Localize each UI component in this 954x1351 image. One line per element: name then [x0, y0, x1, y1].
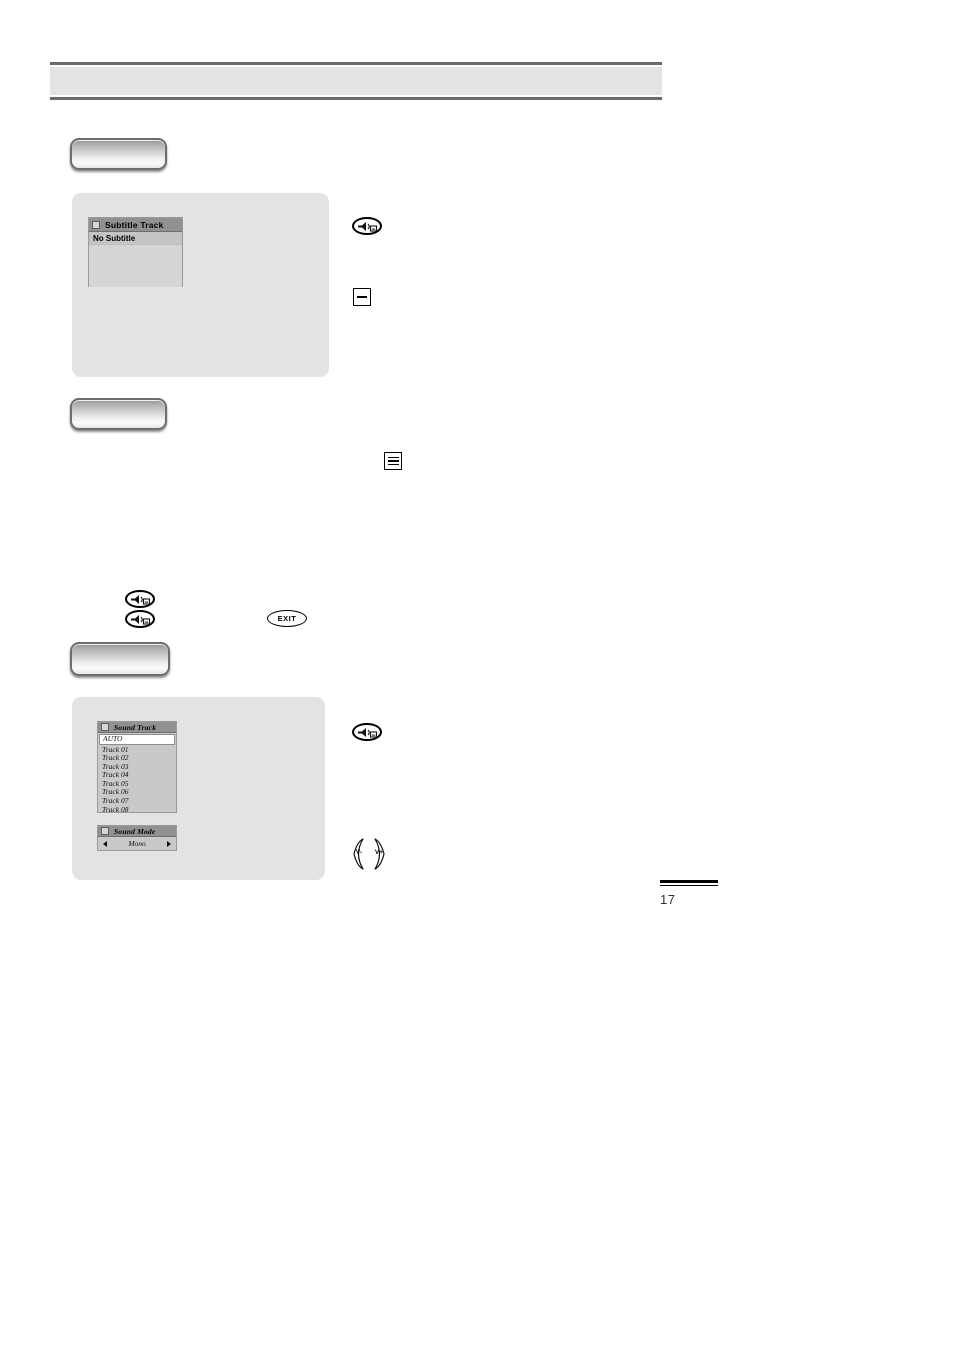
manual-page: Subtitle Track No Subtitle EXIT Sound Tr…: [0, 0, 954, 1351]
volume-up-remote-key-icon[interactable]: V+: [369, 838, 389, 870]
osd-empty-body-subtitle: [89, 245, 182, 287]
exit-key-label: EXIT: [277, 614, 297, 623]
arrow-left-icon[interactable]: [103, 840, 107, 847]
subtitle-remote-key-icon-2[interactable]: [125, 590, 155, 608]
osd-titlebar-subtitle-track: Subtitle Track: [89, 218, 182, 232]
sound-track-item[interactable]: Track 08: [98, 805, 176, 815]
arrow-right-icon[interactable]: [167, 840, 171, 847]
menu-icon-bar-3: [387, 463, 399, 466]
osd-square-icon: [92, 220, 100, 229]
volume-down-remote-key-icon[interactable]: V-: [349, 838, 369, 870]
sound-track-item-current[interactable]: AUTO: [99, 734, 175, 745]
osd-window-subtitle-track: Subtitle Track No Subtitle: [88, 217, 183, 287]
page-footer: 17: [660, 880, 718, 907]
osd-title-subtitle-track: Subtitle Track: [105, 219, 164, 230]
footer-rule-thin: [660, 884, 718, 886]
section-heading-button-3[interactable]: [70, 642, 170, 676]
audio-remote-key-icon[interactable]: [352, 723, 382, 741]
osd-title-sound-mode: Sound Mode: [114, 826, 156, 836]
page-number: 17: [660, 892, 676, 907]
subtitle-remote-key-icon-3[interactable]: [125, 610, 155, 628]
sound-mode-row: Mono: [98, 837, 176, 850]
footer-rule-thick: [660, 880, 718, 883]
header-title-bar: [50, 67, 662, 95]
subtitle-icon-bar: [357, 296, 367, 298]
osd-window-sound-track: Sound Track AUTO Track 01 Track 02 Track…: [97, 721, 177, 813]
osd-title-sound-track: Sound Track: [114, 722, 157, 732]
sound-track-list: AUTO Track 01 Track 02 Track 03 Track 04…: [98, 733, 176, 814]
menu-icon-bar-1: [387, 456, 399, 459]
osd-square-icon: [101, 827, 109, 835]
volume-down-label: V-: [355, 849, 363, 856]
header-top-rule: [50, 62, 662, 65]
subtitle-display-icon: [353, 288, 371, 306]
sound-mode-value: Mono: [128, 839, 146, 848]
osd-square-icon: [101, 723, 109, 731]
menu-icon-bar-2: [387, 460, 399, 462]
osd-row-label-no-subtitle: No Subtitle: [93, 233, 136, 243]
section-heading-button-2[interactable]: [70, 398, 167, 430]
page-header: [50, 62, 662, 100]
subtitle-remote-key-icon[interactable]: [352, 217, 382, 235]
osd-titlebar-sound-mode: Sound Mode: [98, 826, 176, 837]
osd-window-sound-mode: Sound Mode Mono: [97, 825, 177, 851]
header-bottom-rule: [50, 97, 662, 100]
osd-titlebar-sound-track: Sound Track: [98, 722, 176, 733]
osd-row-no-subtitle[interactable]: No Subtitle: [89, 232, 182, 245]
volume-up-label: V+: [374, 849, 384, 856]
section-heading-button-1[interactable]: [70, 138, 167, 170]
exit-remote-key-icon[interactable]: EXIT: [267, 610, 307, 627]
menu-remote-key-icon[interactable]: [384, 452, 402, 470]
